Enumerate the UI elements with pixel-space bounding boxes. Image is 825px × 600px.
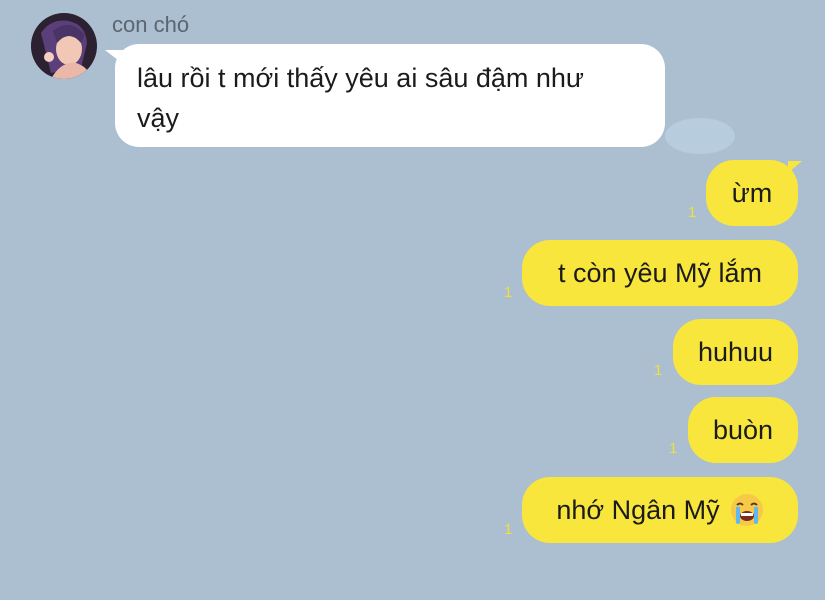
outgoing-message-bubble[interactable]: nhớ Ngân Mỹ xyxy=(522,477,798,543)
outgoing-message-text: huhuu xyxy=(697,336,774,367)
outgoing-message-text: ừm xyxy=(731,177,773,208)
outgoing-message-text: t còn yêu Mỹ lắm xyxy=(557,257,763,288)
outgoing-message-bubble[interactable]: t còn yêu Mỹ lắm xyxy=(522,240,798,306)
read-count: 1 xyxy=(654,362,663,379)
incoming-message-bubble[interactable]: lâu rồi t mới thấy yêu ai sâu đậm như vậ… xyxy=(115,44,665,147)
outgoing-message-text: buòn xyxy=(712,414,774,445)
outgoing-message-bubble[interactable]: huhuu xyxy=(673,319,798,385)
read-count: 1 xyxy=(504,284,513,301)
sender-avatar[interactable] xyxy=(31,13,97,79)
read-count: 1 xyxy=(669,440,678,457)
loudly-crying-face-icon xyxy=(730,493,764,527)
incoming-message-line: lâu rồi t mới thấy yêu ai sâu đậm như xyxy=(137,63,584,93)
read-count: 1 xyxy=(504,521,513,538)
background-blur-shape xyxy=(665,118,735,154)
incoming-message-line: vậy xyxy=(137,103,180,133)
outgoing-message-bubble[interactable]: ừm xyxy=(706,160,798,226)
outgoing-message-bubble[interactable]: buòn xyxy=(688,397,798,463)
sender-name: con chó xyxy=(112,12,190,37)
avatar-photo xyxy=(31,13,97,79)
outgoing-message-text: nhớ Ngân Mỹ xyxy=(556,494,720,525)
read-count: 1 xyxy=(688,204,697,221)
